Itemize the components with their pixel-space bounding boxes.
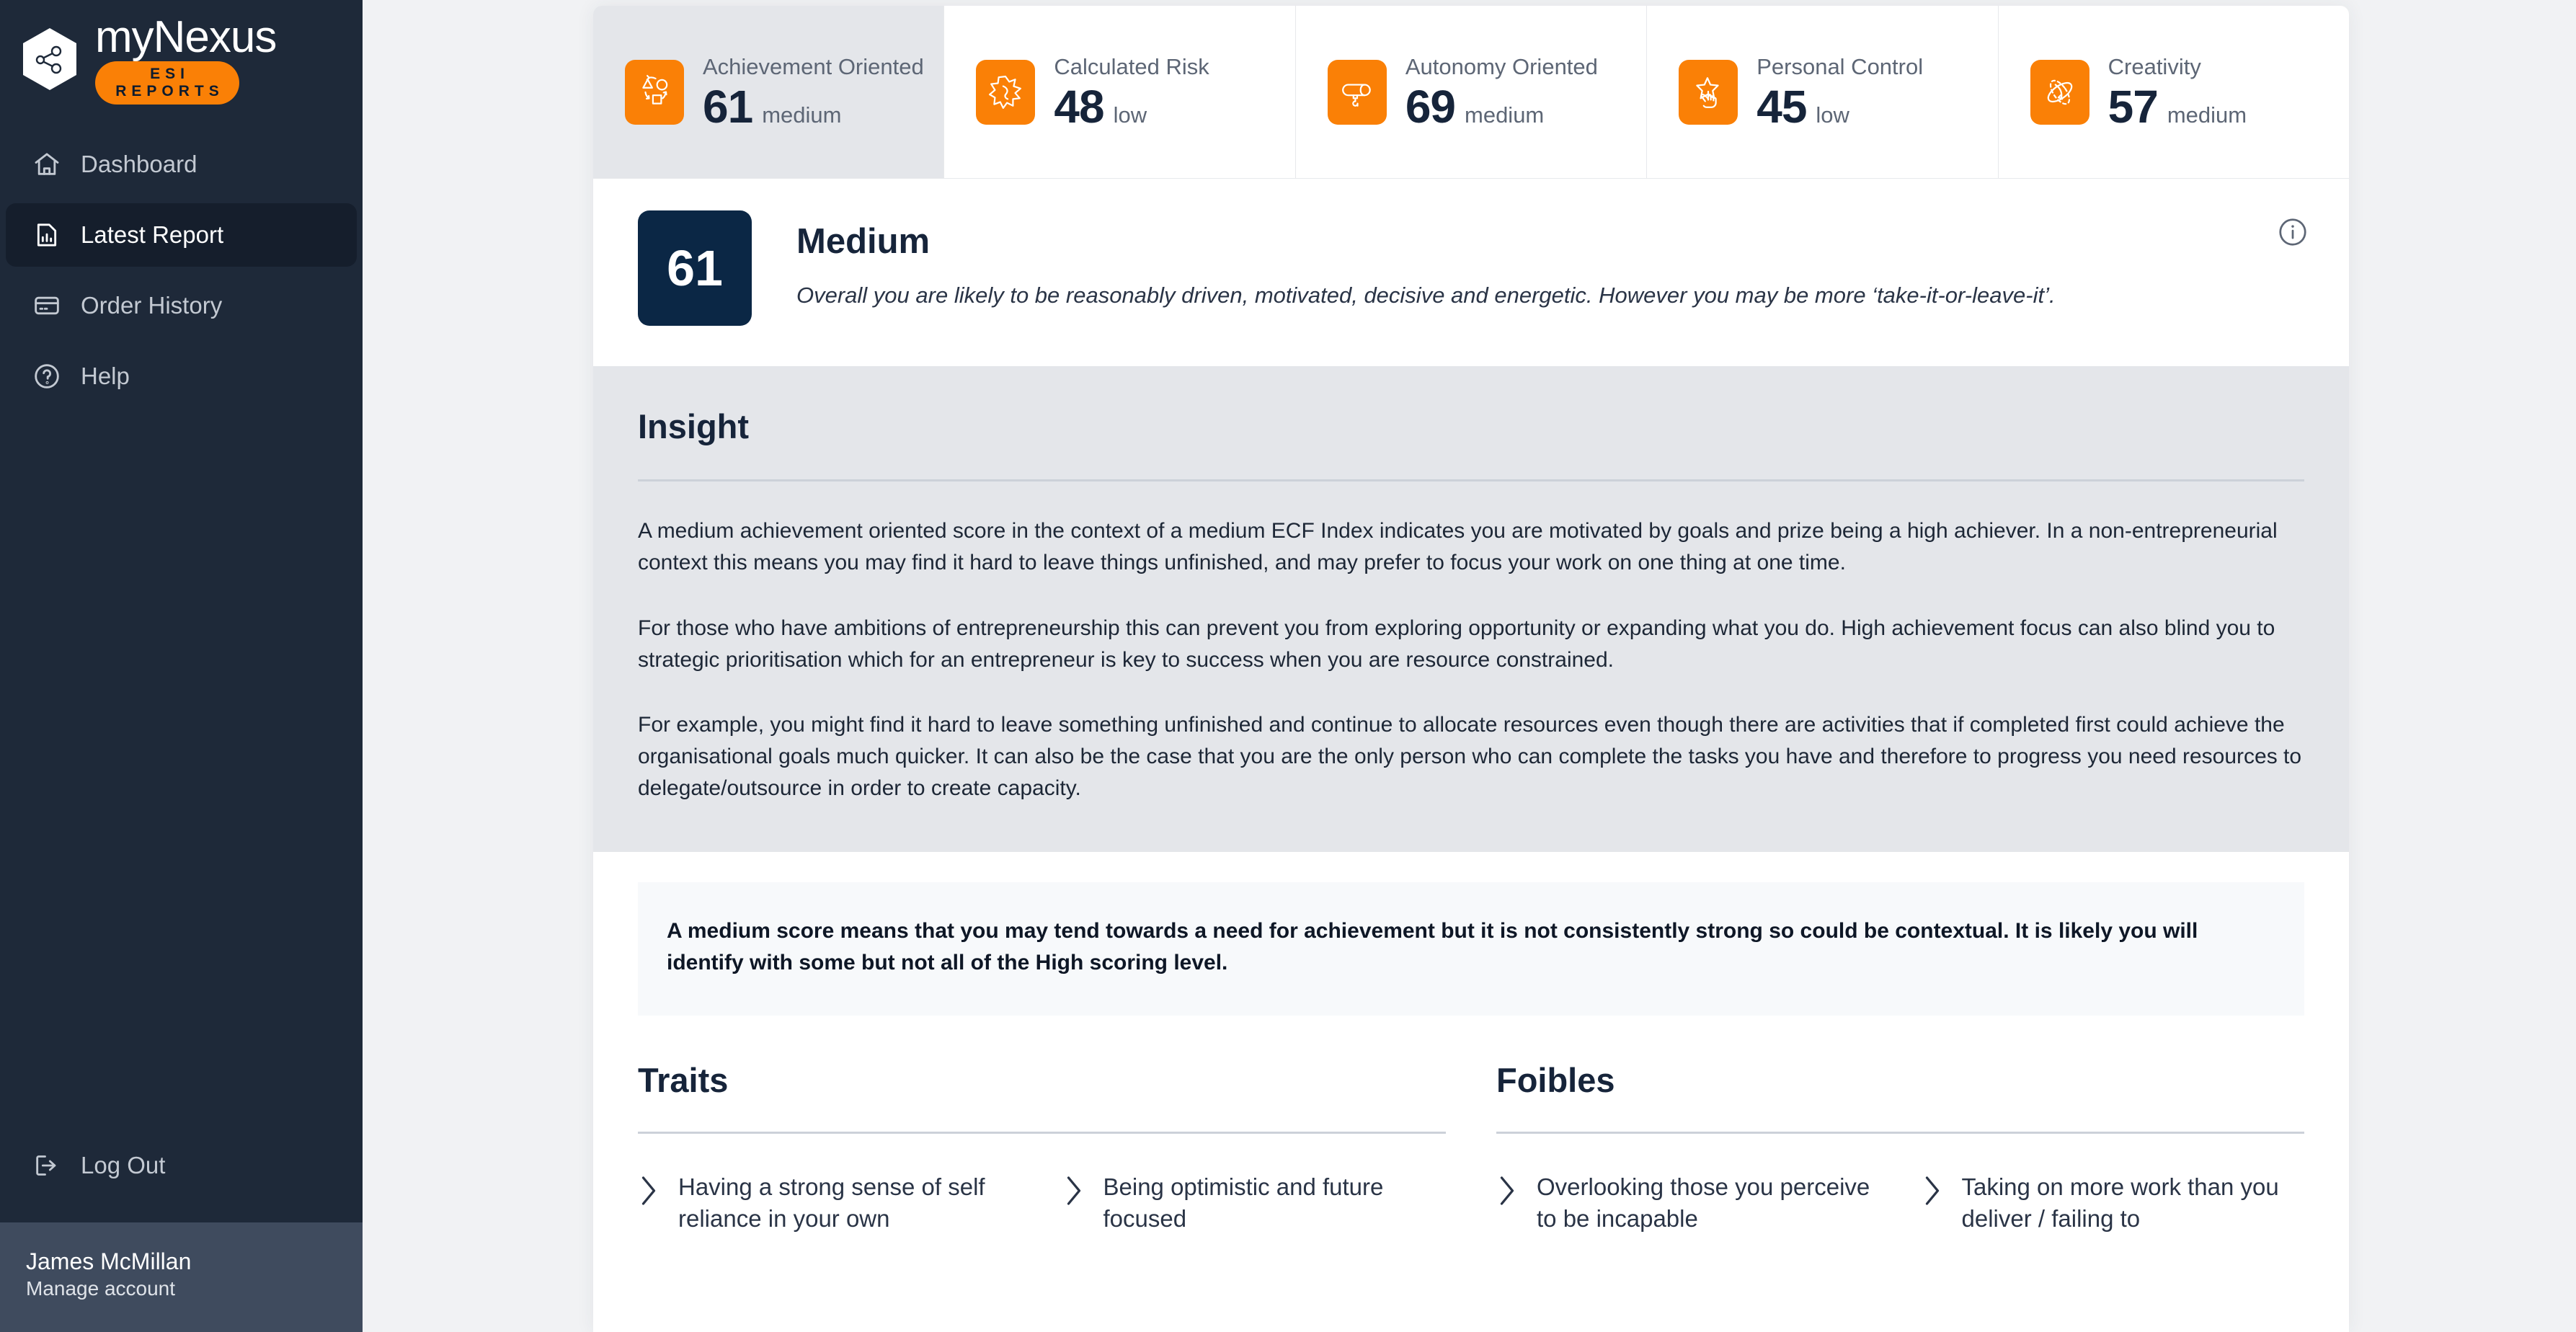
main-content: Achievement Oriented 61 medium Calculate… <box>363 0 2576 1332</box>
metric-card-band: medium <box>2167 102 2247 128</box>
card-icon <box>32 290 62 321</box>
logout-button[interactable]: Log Out <box>6 1134 357 1197</box>
user-account-box[interactable]: James McMillan Manage account <box>0 1222 363 1332</box>
star-hand-icon <box>1679 59 1738 125</box>
metric-card-band: low <box>1816 102 1849 128</box>
metric-card-creativity[interactable]: Creativity 57 medium <box>1999 6 2349 178</box>
brand-logo[interactable]: myNexus ESI REPORTS <box>0 0 363 105</box>
chevron-right-icon <box>1922 1174 1943 1207</box>
insight-title: Insight <box>638 407 750 445</box>
info-icon[interactable] <box>2277 216 2309 248</box>
score-level-callout: A medium score means that you may tend t… <box>638 882 2304 1016</box>
brand-tagline: ESI REPORTS <box>95 61 239 105</box>
question-icon <box>32 361 62 391</box>
manage-account-link[interactable]: Manage account <box>26 1277 363 1300</box>
metric-card-band: medium <box>1465 102 1545 128</box>
metric-card-title: Personal Control <box>1756 53 1924 79</box>
foible-text: Overlooking those you perceive to be inc… <box>1537 1173 1870 1232</box>
insight-section: Insight A medium achievement oriented sc… <box>593 366 2349 853</box>
metric-card-score: 45 <box>1756 81 1807 133</box>
metric-card-title: Creativity <box>2108 53 2201 79</box>
megaphone-icon <box>1327 59 1387 125</box>
shapes-cycle-icon <box>625 59 684 125</box>
metric-card-autonomy-oriented[interactable]: Autonomy Oriented 69 medium <box>1296 6 1648 178</box>
metric-card-score: 57 <box>2108 81 2159 133</box>
traits-foibles-section: Traits Having a strong sense of self rel… <box>593 1016 2349 1235</box>
metric-card-title: Autonomy Oriented <box>1405 53 1598 79</box>
metric-card-score: 61 <box>703 81 753 133</box>
insight-paragraph: A medium achievement oriented score in t… <box>638 519 2278 575</box>
insight-paragraph: For those who have ambitions of entrepre… <box>638 616 2275 672</box>
metric-card-score: 69 <box>1405 81 1456 133</box>
score-badge: 61 <box>638 210 752 326</box>
logout-icon <box>32 1150 62 1181</box>
atom-icon <box>2030 59 2089 125</box>
insight-divider <box>638 479 2304 482</box>
traits-title: Traits <box>638 1061 729 1100</box>
brand-name: myNexus <box>95 12 277 62</box>
sidebar-item-help[interactable]: Help <box>6 345 357 408</box>
sidebar-item-latest-report[interactable]: Latest Report <box>6 203 357 267</box>
burst-icon <box>976 59 1036 125</box>
logout-label: Log Out <box>81 1152 166 1178</box>
foibles-column: Foibles Overlooking those you perceive t… <box>1496 1060 2304 1234</box>
app-root: myNexus ESI REPORTS Dashboard Latest Rep… <box>0 0 2576 1332</box>
report-panel: Achievement Oriented 61 medium Calculate… <box>593 6 2349 1332</box>
metric-card-band: low <box>1113 102 1147 128</box>
insight-paragraph: For example, you might find it hard to l… <box>638 712 2302 800</box>
nexus-hexagon-icon <box>20 27 79 92</box>
foibles-title: Foibles <box>1496 1061 1615 1100</box>
callout-text: A medium score means that you may tend t… <box>667 919 2198 974</box>
metric-card-calculated-risk[interactable]: Calculated Risk 48 low <box>944 6 1296 178</box>
sidebar: myNexus ESI REPORTS Dashboard Latest Rep… <box>0 0 363 1332</box>
chevron-right-icon <box>1496 1174 1518 1207</box>
callout-section: A medium score means that you may tend t… <box>593 852 2349 1016</box>
sidebar-nav: Dashboard Latest Report Order History He… <box>0 133 363 415</box>
traits-column: Traits Having a strong sense of self rel… <box>638 1060 1446 1234</box>
trait-text: Having a strong sense of self reliance i… <box>678 1173 985 1232</box>
report-icon <box>32 220 62 250</box>
score-band-title: Medium <box>796 222 931 261</box>
metric-cards-row: Achievement Oriented 61 medium Calculate… <box>593 6 2349 179</box>
sidebar-item-label: Help <box>81 363 130 389</box>
metric-card-band: medium <box>762 102 842 128</box>
list-item[interactable]: Being optimistic and future focused <box>1063 1171 1447 1234</box>
list-item[interactable]: Overlooking those you perceive to be inc… <box>1496 1171 1880 1234</box>
metric-card-achievement-oriented[interactable]: Achievement Oriented 61 medium <box>593 6 945 178</box>
sidebar-item-label: Order History <box>81 292 223 319</box>
foibles-divider <box>1496 1132 2304 1135</box>
sidebar-item-order-history[interactable]: Order History <box>6 274 357 337</box>
chevron-right-icon <box>1063 1174 1085 1207</box>
list-item[interactable]: Taking on more work than you deliver / f… <box>1922 1171 2305 1234</box>
chevron-right-icon <box>638 1174 659 1207</box>
foible-text: Taking on more work than you deliver / f… <box>1961 1173 2279 1232</box>
sidebar-item-dashboard[interactable]: Dashboard <box>6 133 357 196</box>
score-description: Overall you are likely to be reasonably … <box>796 282 2056 308</box>
score-banner: 61 Medium Overall you are likely to be r… <box>593 179 2349 366</box>
traits-divider <box>638 1132 1446 1135</box>
trait-text: Being optimistic and future focused <box>1103 1173 1384 1232</box>
metric-card-personal-control[interactable]: Personal Control 45 low <box>1647 6 1999 178</box>
metric-card-score: 48 <box>1054 81 1104 133</box>
user-name: James McMillan <box>26 1248 192 1274</box>
metric-card-title: Achievement Oriented <box>703 53 924 79</box>
sidebar-item-label: Latest Report <box>81 221 224 248</box>
list-item[interactable]: Having a strong sense of self reliance i… <box>638 1171 1021 1234</box>
sidebar-item-label: Dashboard <box>81 151 197 177</box>
home-icon <box>32 149 62 179</box>
metric-card-title: Calculated Risk <box>1054 53 1209 79</box>
